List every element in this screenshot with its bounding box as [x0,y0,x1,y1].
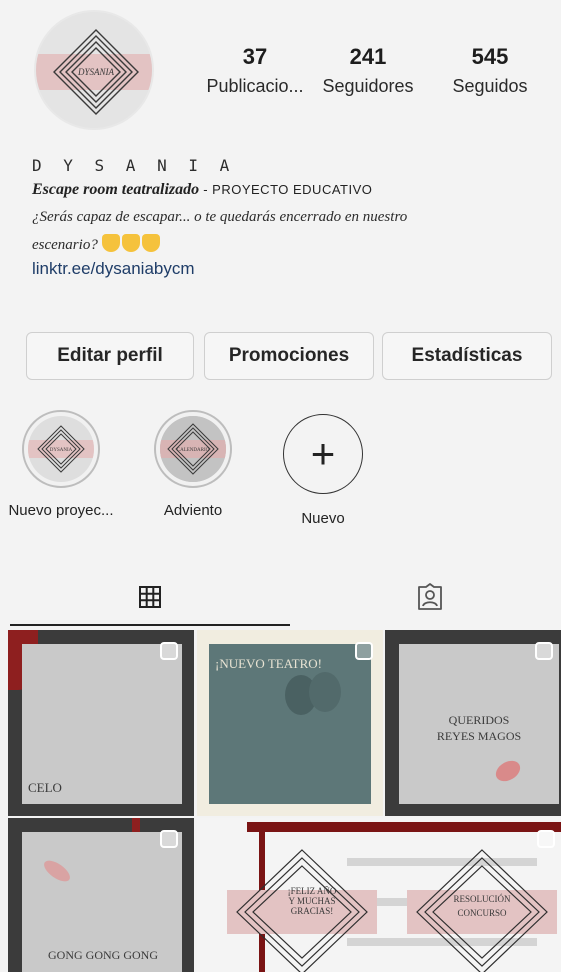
post-thumbnail[interactable]: GONG GONG GONG [8,818,194,972]
grid-icon [139,586,161,608]
svg-text:DYSANIA: DYSANIA [50,448,73,453]
multi-select-icon [537,830,555,848]
plus-icon: + [283,414,363,494]
multi-select-icon [355,642,373,660]
multi-select-icon [160,830,178,848]
multi-select-icon [160,642,178,660]
post-caption: ¡NUEVO TEATRO! [215,656,322,671]
highlight-adviento[interactable]: CALENDARIO Adviento [138,410,248,519]
post-thumbnail[interactable]: CELO [8,630,194,816]
post-thumbnail[interactable]: ¡NUEVO TEATRO! [197,630,383,816]
following-count: 545 [471,44,509,69]
profile-actions: Editar perfil Promociones Estadísticas [26,332,552,380]
multi-select-icon [535,642,553,660]
stat-followers[interactable]: 241 Seguidores [312,44,424,97]
theater-masks-icon [285,672,341,715]
post-caption-line-2: Y MUCHAS [288,896,336,906]
post-caption: QUERIDOS REYES MAGOS [399,712,559,744]
profile-avatar[interactable]: DYSANIA [34,10,154,130]
tab-tagged[interactable] [290,568,561,626]
stat-following[interactable]: 545 Seguidos [440,44,540,97]
tagged-person-icon [418,583,442,610]
highlight-nuevo-proyecto[interactable]: DYSANIA Nuevo proyec... [6,410,116,519]
promotions-button[interactable]: Promociones [204,332,374,380]
post-caption-line-4: RESOLUCIÓN [453,894,511,904]
insights-button[interactable]: Estadísticas [382,332,552,380]
highlight-label: Nuevo proyec... [8,502,114,519]
new-highlight-button[interactable]: + Nuevo [268,414,378,527]
post-caption: CELO [28,780,62,795]
post-caption-line-5: CONCURSO [457,908,507,918]
post-caption-line-1: ¡FELIZ AÑO [287,886,337,896]
profile-description: ¿Serás capaz de escapar... o te quedarás… [32,203,542,259]
highlight-label: Nuevo [301,510,345,527]
posts-count: 37 [242,44,268,69]
pointing-down-emoji-icon [141,234,160,252]
pointing-down-emoji-icon [121,234,140,252]
followers-label: Seguidores [322,76,414,96]
post-caption-line-3: GRACIAS! [290,906,334,916]
description-line-1: ¿Serás capaz de escapar... o te quedarás… [32,209,408,225]
pointing-down-emoji-icon [101,234,120,252]
stat-posts[interactable]: 37 Publicacio... [190,44,320,97]
dysania-logo-icon: DYSANIA [36,29,152,115]
edit-profile-button[interactable]: Editar perfil [26,332,194,380]
post-caption-line-2: REYES MAGOS [436,729,522,743]
tagline-italic: Escape room teatralizado [32,181,200,198]
profile-link[interactable]: linktr.ee/dysaniabycm [32,259,542,279]
profile-tagline: Escape room teatralizado - PROYECTO EDUC… [32,181,542,199]
svg-text:CALENDARIO: CALENDARIO [177,448,210,453]
tagline-rest: - PROYECTO EDUCATIVO [199,182,373,197]
tab-posts-grid[interactable] [10,568,290,626]
following-label: Seguidos [452,76,528,96]
profile-tabs [0,568,561,628]
description-line-2: escenario? [32,237,98,253]
posts-grid: CELO ¡NUEVO TEATRO! QUERIDOS REYES MAGOS… [8,630,561,972]
highlight-ring: CALENDARIO [154,410,232,488]
posts-label: Publicacio... [206,76,304,96]
calendar-logo-icon: CALENDARIO [160,416,226,482]
post-caption: RESOLUCIÓN CONCURSO [432,892,532,920]
post-caption: GONG GONG GONG [48,948,158,962]
profile-name: D Y S A N I A [32,156,236,175]
dysania-logo-icon: DYSANIA [28,425,94,473]
svg-text:DYSANIA: DYSANIA [77,67,115,77]
followers-count: 241 [349,44,387,69]
highlight-cover: DYSANIA [28,416,94,482]
highlight-cover: CALENDARIO [160,416,226,482]
active-tab-indicator [10,624,290,626]
post-thumbnail[interactable]: ¡FELIZ AÑO Y MUCHAS GRACIAS! RESOLUCIÓN … [197,818,561,972]
highlight-ring: DYSANIA [22,410,100,488]
highlight-label: Adviento [163,502,223,519]
post-thumbnail[interactable]: QUERIDOS REYES MAGOS [385,630,561,816]
post-caption-line-1: QUERIDOS [448,713,510,727]
profile-bio: D Y S A N I A Escape room teatralizado -… [32,156,542,279]
post-caption: ¡FELIZ AÑO Y MUCHAS GRACIAS! [262,886,362,916]
